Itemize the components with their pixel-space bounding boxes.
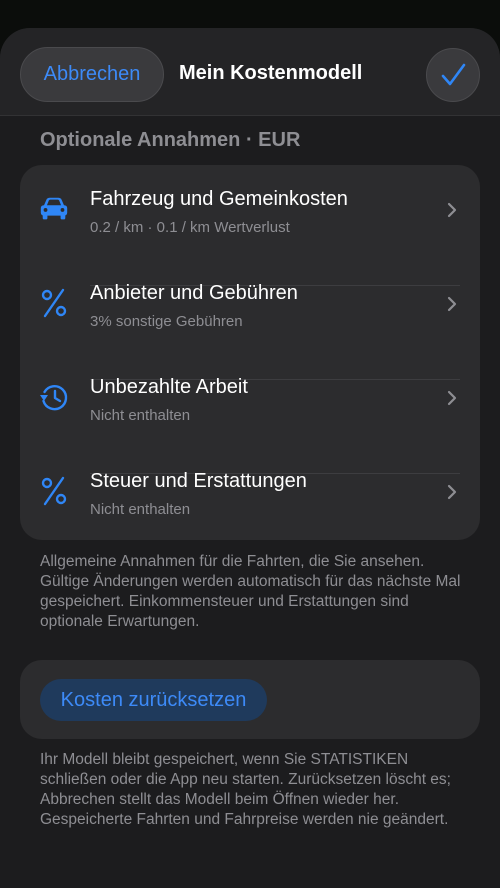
row-unpaid-work[interactable]: Unbezahlte Arbeit Nicht enthalten [20,353,480,447]
chevron-right-icon [447,484,457,500]
row-providers-fees[interactable]: Anbieter und Gebühren 3% sonstige Gebühr… [20,259,480,353]
reset-footnote: Ihr Modell bleibt gespeichert, wenn Sie … [40,751,451,828]
row-subtitle: 0.2 / km · 0.1 / km Wertverlust [90,219,290,236]
row-title: Anbieter und Gebühren [90,282,298,304]
row-title: Unbezahlte Arbeit [90,376,248,398]
section-header: Optionale Annahmen · EUR [40,129,301,151]
percent-icon [38,475,70,507]
row-vehicle-costs[interactable]: Fahrzeug und Gemeinkosten 0.2 / km · 0.1… [20,165,480,259]
car-icon [38,193,70,225]
cancel-button[interactable]: Abbrechen [20,47,164,102]
reset-costs-button[interactable]: Kosten zurücksetzen [40,679,267,721]
nav-bar: Abbrechen Mein Kostenmodell [0,28,500,116]
chevron-right-icon [447,390,457,406]
assumptions-card: Fahrzeug und Gemeinkosten 0.2 / km · 0.1… [20,165,480,540]
checkmark-icon [441,63,466,86]
clock-history-icon [38,381,70,413]
row-subtitle: Nicht enthalten [90,501,191,518]
row-tax-refunds[interactable]: Steuer und Erstattungen Nicht enthalten [20,447,480,541]
row-subtitle: 3% sonstige Gebühren [90,313,243,330]
chevron-right-icon [447,296,457,312]
page-title: Mein Kostenmodell [179,62,363,84]
row-subtitle: Nicht enthalten [90,407,191,424]
percent-icon [38,287,70,319]
cost-model-sheet: Abbrechen Mein Kostenmodell Optionale An… [0,28,500,888]
row-title: Steuer und Erstattungen [90,470,307,492]
confirm-button[interactable] [426,48,480,102]
chevron-right-icon [447,202,457,218]
assumptions-footnote: Allgemeine Annahmen für die Fahrten, die… [40,553,461,630]
row-title: Fahrzeug und Gemeinkosten [90,188,348,210]
reset-card: Kosten zurücksetzen [20,660,480,739]
